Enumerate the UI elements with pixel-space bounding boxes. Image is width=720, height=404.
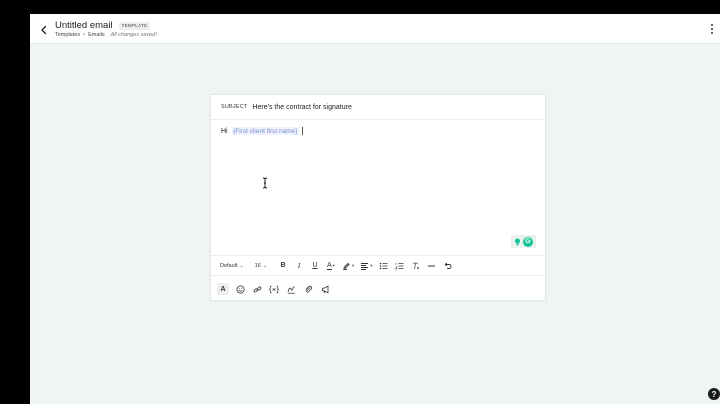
merge-field-token[interactable]: {First client first name} bbox=[231, 127, 299, 135]
greeting-text: Hi bbox=[221, 127, 228, 135]
ibeam-cursor-icon bbox=[262, 177, 268, 189]
more-vertical-icon-dot bbox=[711, 32, 713, 34]
clear-format-icon bbox=[412, 262, 419, 269]
insert-link-button[interactable] bbox=[251, 283, 263, 295]
insert-toolbar: A bbox=[211, 278, 545, 300]
header-bar: Untitled email TEMPLATE Templates › Emai… bbox=[30, 14, 720, 44]
chevron-left-icon bbox=[41, 25, 47, 35]
variable-braces-icon bbox=[269, 285, 279, 293]
more-vertical-icon-dot bbox=[711, 28, 713, 30]
text-style-button[interactable]: A bbox=[217, 283, 229, 295]
font-size-dropdown[interactable]: 16 ⌄ bbox=[255, 263, 267, 269]
chevron-down-icon: ⌄ bbox=[239, 262, 244, 269]
bold-button[interactable]: B bbox=[278, 260, 288, 272]
grammarly-widget[interactable]: G bbox=[511, 235, 536, 248]
subject-input[interactable]: Here's the contract for signature bbox=[252, 104, 351, 111]
align-left-icon bbox=[361, 262, 369, 270]
title-row: Untitled email TEMPLATE bbox=[55, 20, 151, 31]
text-style-icon: A bbox=[220, 285, 226, 293]
insert-signature-button[interactable] bbox=[285, 283, 297, 295]
font-family-dropdown[interactable]: Default ⌄ bbox=[220, 263, 244, 269]
lightbulb-icon bbox=[515, 238, 520, 245]
breadcrumb-templates[interactable]: Templates bbox=[55, 32, 80, 38]
email-editor-card: SUBJECT Here's the contract for signatur… bbox=[210, 94, 546, 301]
chevron-down-icon: ▾ bbox=[332, 262, 335, 268]
emoji-icon bbox=[236, 285, 244, 293]
text-caret bbox=[301, 127, 303, 135]
undo-icon bbox=[444, 262, 452, 269]
app-window: Untitled email TEMPLATE Templates › Emai… bbox=[30, 14, 720, 404]
insert-variable-button[interactable] bbox=[268, 283, 280, 295]
highlight-button[interactable]: ▾ bbox=[342, 260, 354, 272]
chevron-down-icon: ⌄ bbox=[262, 262, 267, 269]
more-options-button[interactable] bbox=[710, 23, 714, 35]
chevron-down-icon: ▾ bbox=[370, 262, 373, 268]
page-title[interactable]: Untitled email bbox=[55, 20, 113, 31]
horizontal-rule-button[interactable] bbox=[427, 260, 437, 272]
paperclip-icon bbox=[305, 285, 312, 293]
breadcrumb: Templates › Emails All changes saved! bbox=[55, 32, 157, 38]
more-vertical-icon bbox=[711, 24, 713, 26]
font-size-value: 16 bbox=[254, 262, 261, 269]
email-body[interactable]: Hi {First client first name} bbox=[221, 127, 303, 135]
text-color-button[interactable]: A ▾ bbox=[326, 260, 336, 272]
numbered-list-icon bbox=[395, 262, 404, 269]
chevron-right-icon: › bbox=[83, 31, 86, 38]
chevron-down-icon: ▾ bbox=[351, 262, 355, 268]
subject-label: SUBJECT bbox=[221, 104, 248, 110]
bullet-list-icon bbox=[379, 262, 388, 269]
highlighter-icon bbox=[342, 262, 350, 270]
undo-button[interactable] bbox=[443, 260, 453, 272]
formatting-toolbar: Default ⌄ 16 ⌄ B I U A ▾ ▾ ▾ bbox=[211, 255, 545, 276]
back-button[interactable] bbox=[38, 23, 50, 35]
horizontal-rule-icon bbox=[428, 265, 435, 266]
italic-button[interactable]: I bbox=[294, 260, 304, 272]
breadcrumb-emails[interactable]: Emails bbox=[88, 32, 105, 38]
text-color-icon: A bbox=[327, 261, 332, 270]
clear-formatting-button[interactable] bbox=[411, 260, 421, 272]
help-button[interactable]: ? bbox=[708, 388, 720, 400]
emoji-button[interactable] bbox=[234, 283, 246, 295]
underline-button[interactable]: U bbox=[310, 260, 320, 272]
bullet-list-button[interactable] bbox=[379, 260, 389, 272]
subject-row[interactable]: SUBJECT Here's the contract for signatur… bbox=[211, 95, 545, 120]
attach-file-button[interactable] bbox=[302, 283, 314, 295]
signature-icon bbox=[287, 285, 295, 294]
link-icon bbox=[253, 285, 261, 293]
grammarly-logo-icon: G bbox=[523, 236, 533, 247]
megaphone-icon bbox=[321, 285, 328, 293]
font-family-value: Default bbox=[220, 262, 238, 269]
save-status: All changes saved! bbox=[110, 31, 157, 38]
numbered-list-button[interactable] bbox=[395, 260, 405, 272]
align-button[interactable]: ▾ bbox=[360, 260, 373, 272]
template-badge: TEMPLATE bbox=[118, 21, 151, 30]
insert-cta-button[interactable] bbox=[319, 283, 331, 295]
